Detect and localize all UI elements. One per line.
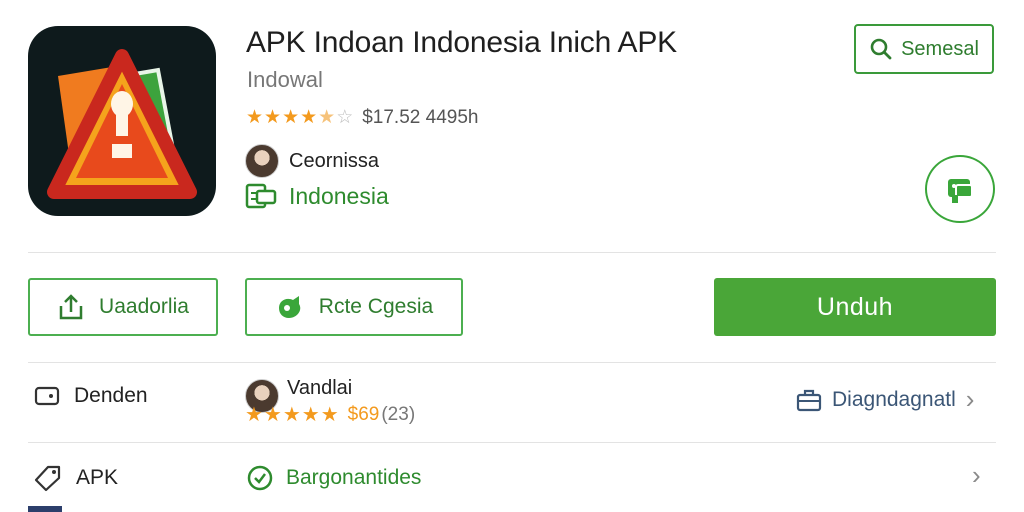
country-row[interactable]: Indonesia [245, 181, 389, 211]
rating-row: ★★★★★☆ $17.52 4495h [246, 106, 478, 129]
share-button[interactable] [925, 155, 995, 223]
row-middle-label: Bargonantides [286, 466, 422, 489]
list-item-middle[interactable]: Bargonantides [246, 464, 421, 492]
publisher-avatar [245, 144, 279, 178]
upload-button-label: Uaadorlia [99, 295, 189, 318]
download-button[interactable]: Unduh [714, 278, 996, 336]
star-rating: ★★★★★☆ [246, 107, 355, 128]
rate-button-label: Rcte Cgesia [318, 295, 434, 318]
rating-text: $17.52 4495h [362, 106, 479, 128]
details-link[interactable]: Diagndagnatl › [796, 384, 974, 415]
chevron-right-icon: › [965, 384, 975, 414]
chevron-right-button[interactable]: › [972, 460, 981, 491]
briefcase-icon [796, 389, 822, 411]
chevron-right-icon: › [972, 460, 981, 490]
review-stars: ★★★★★ [245, 404, 340, 426]
flag-icon [245, 183, 277, 209]
app-logo-icon [47, 49, 197, 199]
wallet-icon [34, 386, 60, 406]
rate-button[interactable]: Rcte Cgesia [245, 278, 463, 336]
review-price: $69 [347, 403, 380, 425]
clock-icon [247, 465, 273, 491]
developer-name[interactable]: Indowal [247, 67, 323, 93]
list-item[interactable]: APK [34, 464, 118, 492]
app-icon [28, 26, 216, 216]
next-row-icon [28, 506, 62, 512]
row-label: APK [76, 466, 119, 489]
divider [28, 362, 996, 363]
details-label: Diagndagnatl [832, 387, 956, 411]
review-rating-row: ★★★★★ $69 (23) [245, 402, 415, 427]
list-item[interactable]: Denden [34, 384, 148, 408]
upload-icon [59, 294, 83, 320]
publisher-name: Ceornissa [289, 149, 380, 172]
country-label: Indonesia [289, 182, 389, 209]
divider [28, 252, 996, 253]
share-icon [948, 179, 973, 203]
tag-icon [34, 465, 61, 492]
rate-icon [278, 296, 301, 318]
publisher-row[interactable]: Ceornissa [245, 144, 379, 178]
search-icon [870, 38, 892, 60]
search-button[interactable]: Semesal [854, 24, 994, 74]
row-label: Denden [74, 384, 148, 407]
upload-button[interactable]: Uaadorlia [28, 278, 218, 336]
reviewer-name: Vandlai [287, 377, 353, 399]
review-count: (23) [381, 403, 416, 425]
search-button-label: Semesal [901, 37, 979, 60]
divider [28, 442, 996, 443]
app-title: APK Indoan Indonesia Inich APK [246, 26, 677, 59]
